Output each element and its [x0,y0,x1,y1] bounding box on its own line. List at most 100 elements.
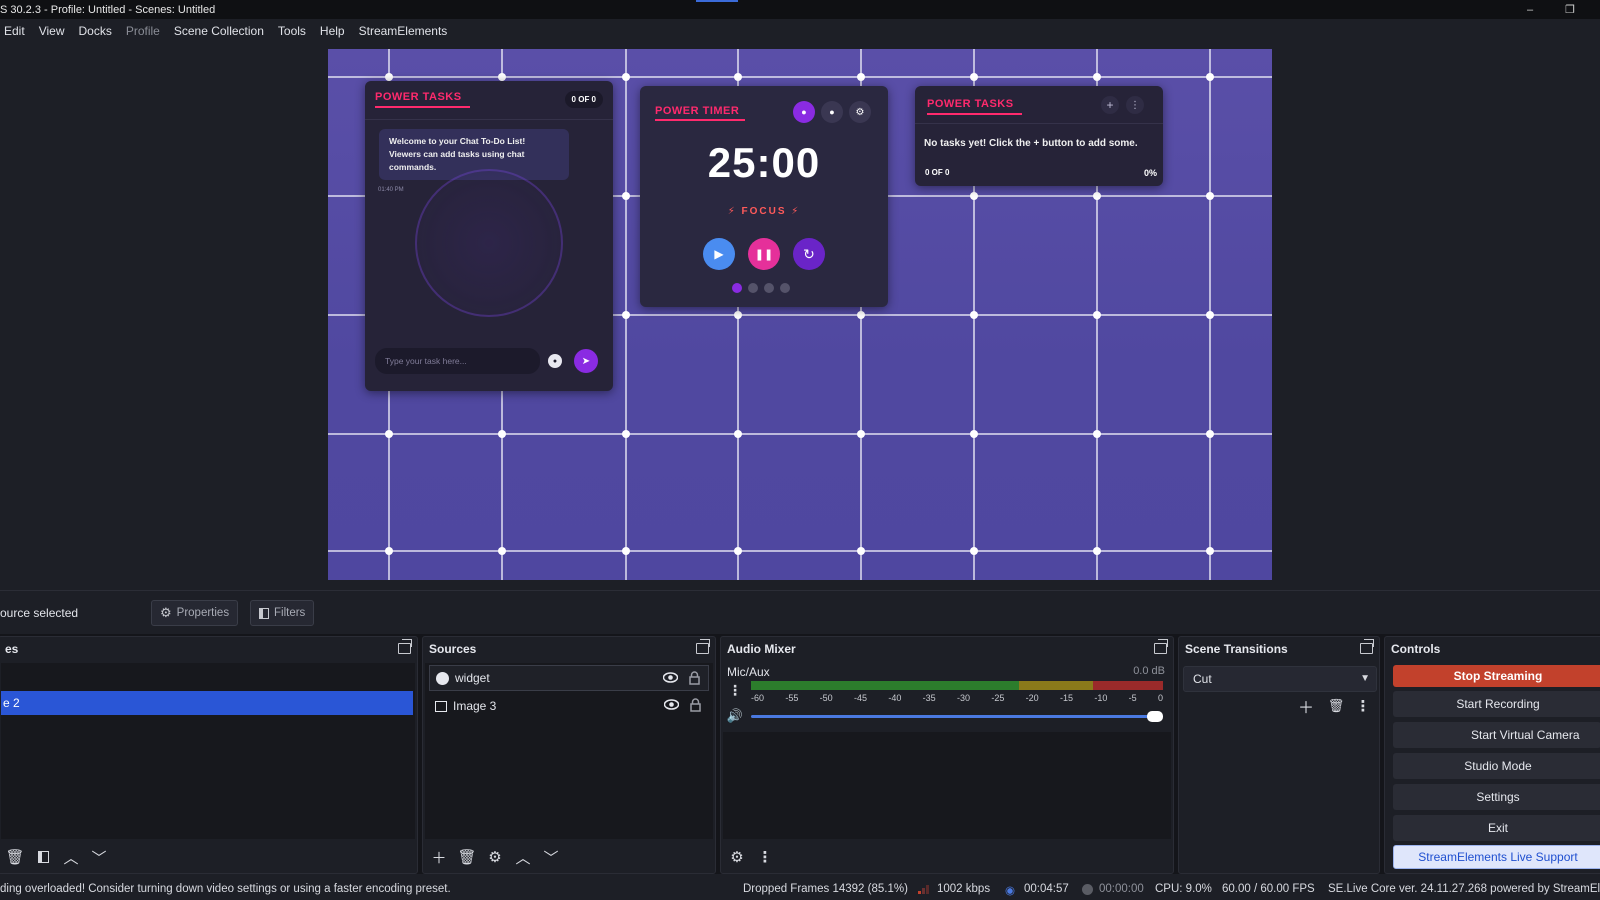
menu-profile[interactable]: Profile [126,24,160,38]
mute-button[interactable]: 🔊 [726,707,744,725]
meter-tick-label: -50 [819,693,833,703]
tasks-title: POWER TASKS [375,91,462,103]
chevron-up-icon: ︿ [515,849,531,867]
remove-transition-button[interactable]: 🗑 [1324,695,1348,717]
live-support-button[interactable]: StreamElements Live Support [1393,845,1600,869]
meter-tick-label: -30 [957,693,971,703]
menu-docks[interactable]: Docks [78,24,111,38]
tasks-widget-2[interactable]: POWER TASKS + ⋮ No tasks yet! Click the … [915,86,1163,186]
broadcast-icon: ◉ [1005,885,1016,897]
properties-button[interactable]: ⚙ Properties [151,600,239,626]
lock-icon[interactable] [689,671,700,685]
status-bar: ding overloaded! Consider turning down v… [0,878,1600,900]
sources-header: Sources [423,637,715,661]
mixer-toolbar: ⚙ ⋮ [721,841,1173,873]
add-task-button[interactable]: + [1101,96,1119,114]
undock-icon[interactable] [398,639,412,654]
drop-icon: ● [829,107,835,117]
timer-title: POWER TIMER [655,105,740,117]
undock-icon[interactable] [1154,639,1168,654]
signal-icon [918,885,929,894]
eye-icon[interactable] [664,699,679,710]
send-button[interactable]: ➤ [574,349,598,373]
gear-icon: ⚙ [488,849,502,866]
source-item-image[interactable]: Image 3 [429,693,709,719]
emoji-button[interactable]: ● [548,354,562,368]
advanced-audio-button[interactable]: ⚙ [725,846,749,868]
move-scene-down-button[interactable]: ﹀ [87,846,111,868]
chevron-down-icon: ▼ [1360,673,1370,684]
scene-item[interactable]: e 2 [1,691,413,715]
transition-menu-button[interactable]: ⋮ [1353,695,1373,717]
tasks2-percent: 0% [1143,168,1157,178]
move-source-down-button[interactable]: ﹀ [539,846,563,868]
chevron-up-icon: ︿ [63,849,79,867]
mixer-empty-area [723,732,1171,839]
start-recording-button[interactable]: Start Recording [1393,691,1600,717]
add-source-button[interactable]: ＋ [427,846,451,868]
filter-icon [259,607,269,619]
add-transition-button[interactable]: ＋ [1294,695,1318,717]
mixer-menu-button[interactable]: ⋮ [753,846,777,868]
studio-mode-button[interactable]: Studio Mode [1393,753,1600,779]
channel-menu-button[interactable]: ⋮ [726,681,744,699]
filters-button[interactable]: Filters [250,600,315,626]
scene-transitions-title: Scene Transitions [1185,642,1288,656]
menu-help[interactable]: Help [320,24,345,38]
stop-streaming-button[interactable]: Stop Streaming [1393,665,1600,687]
source-properties-button[interactable]: ⚙ [483,846,507,868]
tasks-widget[interactable]: POWER TASKS 0 OF 0 Welcome to your Chat … [365,81,613,391]
remove-scene-button[interactable]: 🗑 [3,846,27,868]
eye-icon[interactable] [663,672,678,683]
tasks2-menu-button[interactable]: ⋮ [1126,96,1144,114]
task-input[interactable]: Type your task here... [375,348,540,374]
meter-tick-label: -20 [1025,693,1039,703]
start-virtual-camera-button[interactable]: Start Virtual Camera [1393,722,1600,748]
remove-source-button[interactable]: 🗑 [455,846,479,868]
menu-scene-collection[interactable]: Scene Collection [174,24,264,38]
preview-canvas[interactable]: POWER TASKS 0 OF 0 Welcome to your Chat … [328,49,1272,580]
menu-edit[interactable]: Edit [4,24,25,38]
undock-icon[interactable] [1360,639,1374,654]
volume-slider-handle[interactable] [1147,711,1163,722]
more-icon: ⋮ [728,681,742,698]
image-icon [435,700,447,712]
meter-tick-label: -60 [751,693,765,703]
decorative-orb [415,169,563,317]
undock-icon[interactable] [696,639,710,654]
tasks2-title-underline [927,113,1022,115]
scenes-header: es [0,637,417,661]
play-button[interactable]: ▶ [703,238,735,270]
volume-slider[interactable] [751,711,1163,722]
pause-button[interactable]: ❚❚ [748,238,780,270]
move-source-up-button[interactable]: ︿ [511,846,535,868]
timer-settings-button[interactable]: ⚙ [849,101,871,123]
settings-button[interactable]: Settings [1393,784,1600,810]
session-dot [748,283,758,293]
timer-mode-button[interactable]: ● [793,101,815,123]
gear-icon: ⚙ [855,106,865,118]
audio-mixer-dock: Audio Mixer Mic/Aux 0.0 dB ⋮ -60 -55 -50 -4… [720,636,1174,874]
menu-view[interactable]: View [39,24,65,38]
transition-value: Cut [1193,672,1212,686]
reset-button[interactable]: ↻ [793,238,825,270]
session-dot [780,283,790,293]
lock-icon[interactable] [690,698,701,712]
timer-drop-button[interactable]: ● [821,101,843,123]
restore-button[interactable]: ❐ [1552,0,1588,19]
move-scene-up-button[interactable]: ︿ [59,846,83,868]
scene-filters-button[interactable] [31,846,55,868]
source-item-widget[interactable]: widget [429,665,709,691]
meter-tick-label: -15 [1060,693,1074,703]
minimize-button[interactable]: – [1512,0,1548,19]
gear-icon: ⚙ [160,605,172,620]
tasks-count-badge: 0 OF 0 [564,91,603,108]
timer-widget[interactable]: POWER TIMER ● ● ⚙ 25:00 ⚡ FOCUS ⚡ ▶ ❚❚ ↻ [640,86,888,307]
exit-button[interactable]: Exit [1393,815,1600,841]
audio-mixer-title: Audio Mixer [727,642,796,656]
transition-select[interactable]: Cut ▼ [1183,666,1377,692]
timer-title-underline [655,119,745,121]
meter-tick-label: -35 [922,693,936,703]
menu-tools[interactable]: Tools [278,24,306,38]
menu-streamelements[interactable]: StreamElements [359,24,448,38]
